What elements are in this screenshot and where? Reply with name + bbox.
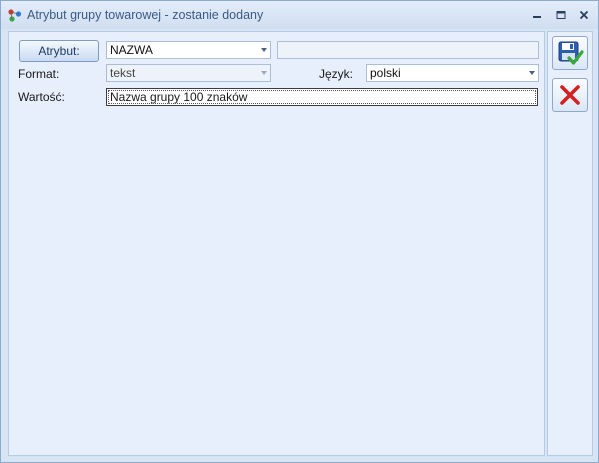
save-icon <box>558 41 584 65</box>
app-icon <box>8 9 22 22</box>
maximize-button[interactable] <box>552 6 570 24</box>
language-select-value: polski <box>370 66 401 80</box>
chevron-down-icon <box>261 48 267 52</box>
format-select: tekst <box>106 64 271 82</box>
chevron-down-icon <box>529 71 535 75</box>
minimize-button[interactable] <box>528 6 546 24</box>
value-input[interactable]: Nazwa grupy 100 znaków <box>106 88 538 106</box>
value-label: Wartość: <box>18 90 65 104</box>
attribute-select-value: NAZWA <box>110 43 153 57</box>
dialog-window: Atrybut grupy towarowej - zostanie dodan… <box>0 0 599 463</box>
language-label: Język: <box>319 67 354 81</box>
cancel-icon <box>560 85 580 105</box>
action-sidebar <box>547 31 593 456</box>
format-label: Format: <box>18 67 60 81</box>
save-button[interactable] <box>552 36 588 70</box>
cancel-button[interactable] <box>552 78 588 112</box>
window-title: Atrybut grupy towarowej - zostanie dodan… <box>27 8 264 22</box>
value-input-text: Nazwa grupy 100 znaków <box>110 90 248 104</box>
language-select[interactable]: polski <box>366 64 539 82</box>
close-icon <box>579 10 589 20</box>
minimize-icon <box>533 16 541 18</box>
attribute-button[interactable]: Atrybut: <box>19 40 99 62</box>
attribute-select[interactable]: NAZWA <box>106 41 271 59</box>
format-select-value: tekst <box>110 66 136 80</box>
close-button[interactable] <box>575 6 593 24</box>
attribute-description-field <box>277 41 539 59</box>
chevron-down-icon <box>261 71 267 75</box>
maximize-icon <box>556 11 566 19</box>
form-panel: Atrybut: NAZWA Format: tekst Język: pols… <box>8 31 545 456</box>
title-bar[interactable]: Atrybut grupy towarowej - zostanie dodan… <box>1 1 598 29</box>
